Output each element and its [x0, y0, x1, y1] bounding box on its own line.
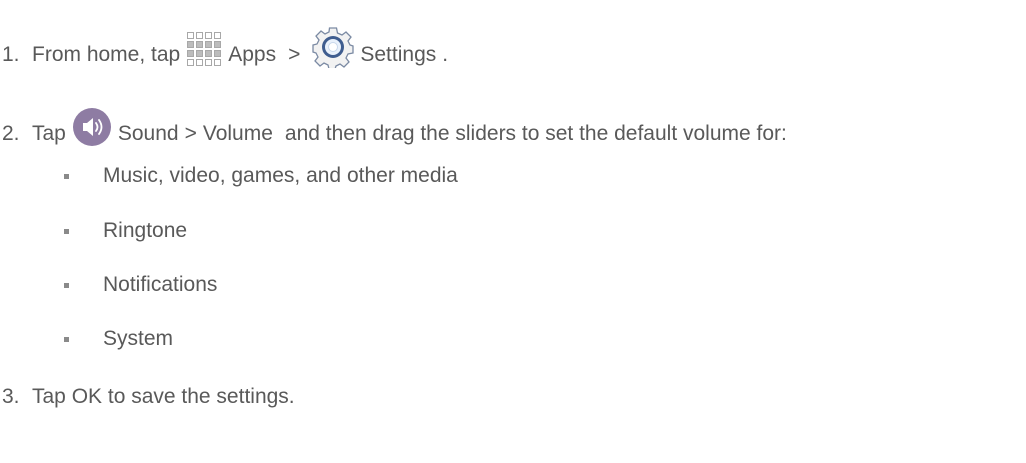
step-number: 1. — [2, 43, 20, 66]
step-text: Tap OK to save the settings. — [32, 385, 295, 408]
bullet-marker — [64, 228, 69, 234]
list-item-label: Notifications — [103, 273, 218, 296]
bullet-marker — [64, 282, 69, 288]
step-number: 2. — [2, 122, 20, 145]
volume-label: Volume — [202, 122, 273, 145]
step-text: From home, tap — [32, 43, 181, 66]
list-item: Music, video, games, and other media — [64, 164, 458, 188]
bullet-marker — [64, 336, 69, 342]
step-3: 3. Tap OK to save the settings. — [0, 385, 295, 409]
list-item: System — [64, 327, 173, 351]
step-2: 2. Tap Sound > Volume and then drag the … — [0, 108, 787, 154]
separator: > — [184, 122, 197, 145]
list-item: Notifications — [64, 273, 217, 297]
settings-label: Settings — [360, 43, 437, 66]
step-1: 1. From home, tap Apps > Settings . — [0, 27, 449, 76]
list-item: Ringtone — [64, 219, 187, 243]
separator: > — [288, 43, 301, 66]
sound-label: Sound — [117, 122, 179, 145]
sound-speaker-icon — [72, 107, 112, 147]
settings-gear-icon — [312, 26, 355, 70]
list-item-label: System — [103, 327, 174, 350]
list-item-label: Ringtone — [103, 219, 188, 242]
step-number: 3. — [2, 385, 20, 408]
step-text: Tap — [32, 122, 66, 145]
step-text-continued: and then drag the sliders to set the def… — [284, 122, 787, 145]
apps-label: Apps — [228, 43, 277, 66]
apps-grid-icon — [186, 31, 222, 67]
bullet-marker — [64, 173, 69, 179]
step-end: . — [442, 43, 449, 66]
list-item-label: Music, video, games, and other media — [103, 164, 458, 187]
